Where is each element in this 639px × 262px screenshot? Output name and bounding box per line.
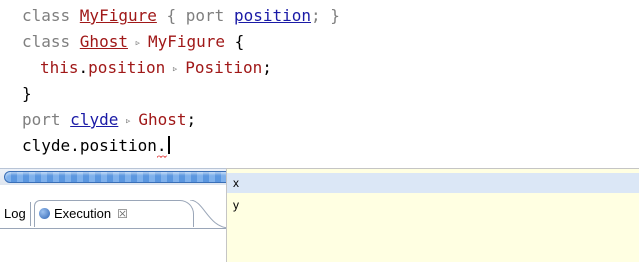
keyword-this: this — [40, 58, 79, 77]
port-name-clyde[interactable]: clyde — [70, 110, 118, 129]
bottom-panel: Log Execution ☒ — [0, 185, 232, 261]
tab-strip: Log Execution ☒ — [0, 200, 232, 229]
tab-execution[interactable]: Execution ☒ — [34, 200, 194, 227]
identifier-clyde: clyde — [22, 136, 71, 155]
tab-execution-label: Execution — [54, 206, 112, 221]
code-line-6: clyde.position. — [22, 136, 170, 156]
keyword-port: port — [22, 110, 71, 129]
class-name-ghost[interactable]: Ghost — [80, 32, 128, 51]
code-line-1: class MyFigure { port position; } — [22, 6, 340, 26]
code-editor[interactable]: class MyFigure { port position; } class … — [0, 0, 639, 175]
semicolon: ; — [262, 58, 272, 77]
code-line-3: this.position ▹ Position; — [40, 58, 272, 79]
keyword-class: class — [22, 32, 80, 51]
progress-area — [0, 168, 232, 185]
error-marker-dot: . — [156, 136, 167, 155]
code-line-2: class Ghost ▹ MyFigure { — [22, 32, 244, 53]
class-name-myfigure[interactable]: MyFigure — [80, 6, 157, 25]
subtype-arrow-icon: ▹ — [125, 114, 132, 127]
text-cursor — [167, 136, 170, 154]
type-position: Position — [185, 58, 263, 77]
superclass-name: MyFigure — [147, 32, 226, 51]
subtype-arrow-icon: ▹ — [171, 62, 179, 75]
semicolon: ; — [186, 110, 197, 129]
completion-popup[interactable]: x y — [226, 168, 639, 262]
dot: . — [78, 58, 89, 77]
progress-bar — [4, 171, 232, 183]
completion-item-x[interactable]: x — [227, 173, 639, 193]
close-icon[interactable]: ☒ — [117, 201, 128, 227]
field-position: position — [88, 58, 166, 77]
completion-item-y[interactable]: y — [227, 195, 639, 215]
keyword-class: class — [22, 6, 80, 25]
subtype-arrow-icon: ▹ — [134, 36, 142, 49]
code-line-5: port clyde ▹ Ghost; — [22, 110, 196, 131]
dot: . — [70, 136, 80, 155]
execution-icon — [39, 208, 50, 219]
tab-log[interactable]: Log — [0, 202, 31, 226]
port-name-position[interactable]: position — [234, 6, 311, 25]
type-ghost: Ghost — [138, 110, 187, 129]
field-position: position — [79, 136, 157, 155]
brace-close: ; } — [311, 6, 340, 25]
keyword-port: port — [185, 6, 234, 25]
brace-close: } — [22, 84, 32, 103]
brace-open: { — [225, 32, 245, 51]
brace-open: { — [156, 6, 186, 25]
code-line-4: } — [22, 84, 32, 104]
